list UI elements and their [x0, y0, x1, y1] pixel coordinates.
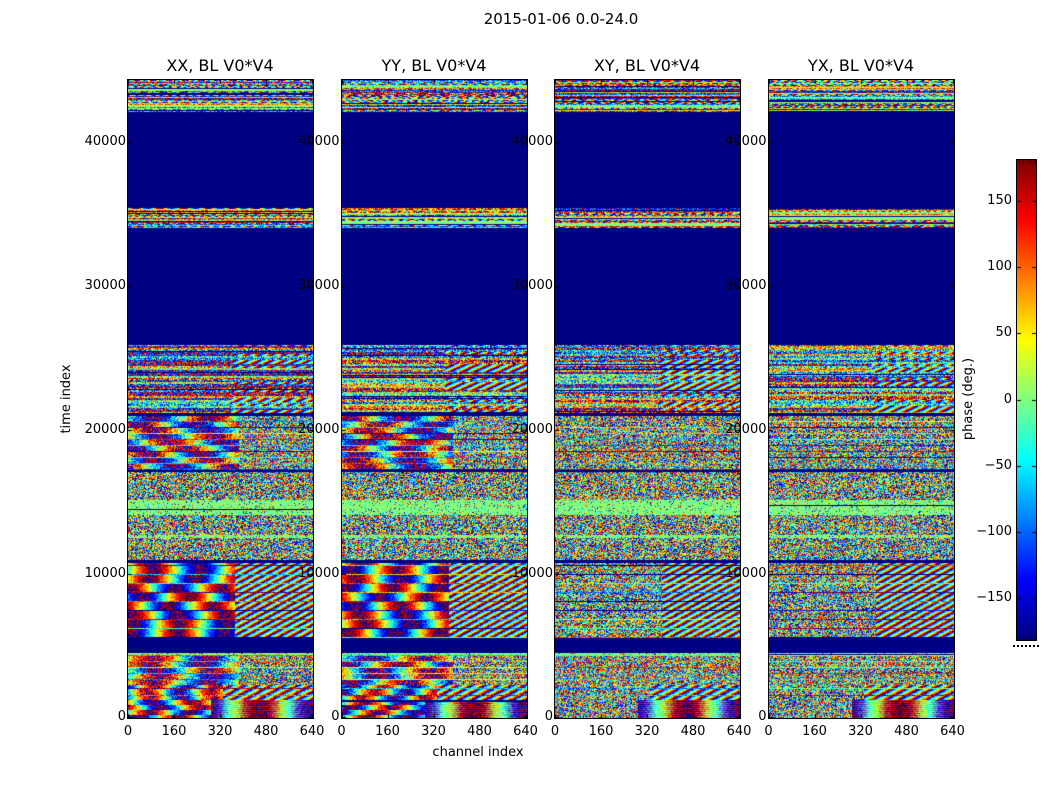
colorbar-label: phase (deg.): [961, 357, 976, 441]
colorbar-tick-label: 100: [987, 258, 1012, 274]
x-tick-label: 0: [337, 724, 346, 739]
y-tick-label: 0: [117, 709, 126, 725]
y-tick-label: 0: [544, 709, 553, 725]
panel-title-yx: YX, BL V0*V4: [807, 56, 915, 75]
figure: 2015-01-06 0.0-24.0 XX, BL V0*V4 YY, BL …: [0, 0, 1050, 800]
y-tick-label: 10000: [298, 565, 340, 581]
heatmap-canvas-yx: [767, 79, 955, 719]
y-tick-label: 30000: [84, 277, 126, 293]
panel-title-xy: XY, BL V0*V4: [593, 56, 701, 75]
y-tick-label: 20000: [725, 421, 767, 437]
panel-title-xx: XX, BL V0*V4: [166, 56, 274, 75]
colorbar-tick-label: −150: [976, 590, 1012, 606]
y-tick-label: 30000: [511, 277, 553, 293]
heatmap-canvas-xy: [554, 79, 741, 719]
x-tick-label: 160: [802, 724, 827, 739]
y-tick-label: 30000: [298, 277, 340, 293]
y-tick-label: 10000: [511, 565, 553, 581]
x-tick-label: 0: [123, 724, 133, 739]
x-tick-label: 480: [467, 724, 492, 739]
x-tick-label: 480: [894, 724, 919, 739]
x-tick-label: 160: [161, 724, 187, 739]
y-tick-label: 10000: [725, 565, 767, 581]
x-tick-label: 320: [848, 724, 873, 739]
panel-title-yy: YY, BL V0*V4: [381, 56, 487, 75]
x-axis-label: channel index: [432, 745, 524, 760]
heatmap-canvas-yy: [340, 79, 528, 719]
y-tick-label: 20000: [84, 421, 126, 437]
x-tick-label: 320: [634, 724, 660, 739]
x-tick-label: 480: [253, 724, 279, 739]
x-tick-label: 160: [375, 724, 400, 739]
figure-title: 2015-01-06 0.0-24.0: [483, 10, 639, 28]
y-tick-label: 30000: [725, 277, 767, 293]
y-tick-label: 0: [331, 709, 340, 725]
y-axis-label: time index: [59, 364, 74, 434]
y-tick-label: 40000: [84, 134, 126, 150]
x-tick-label: 0: [550, 724, 560, 739]
y-tick-label: 10000: [84, 565, 126, 581]
colorbar-tick-label: −100: [976, 524, 1012, 540]
x-tick-label: 0: [764, 724, 773, 739]
x-tick-label: 320: [207, 724, 233, 739]
y-tick-label: 40000: [725, 134, 767, 150]
colorbar-dotted-edge: [1013, 645, 1039, 647]
y-tick-label: 20000: [298, 421, 340, 437]
colorbar-canvas: [1016, 159, 1037, 641]
x-tick-label: 160: [588, 724, 614, 739]
x-tick-label: 640: [940, 724, 965, 739]
heatmap-canvas-xx: [127, 79, 314, 719]
y-tick-label: 40000: [298, 134, 340, 150]
y-tick-label: 0: [758, 709, 767, 725]
x-tick-label: 480: [680, 724, 706, 739]
colorbar-tick-label: 150: [987, 192, 1012, 208]
y-tick-label: 20000: [511, 421, 553, 437]
y-tick-label: 40000: [511, 134, 553, 150]
x-tick-label: 320: [421, 724, 446, 739]
